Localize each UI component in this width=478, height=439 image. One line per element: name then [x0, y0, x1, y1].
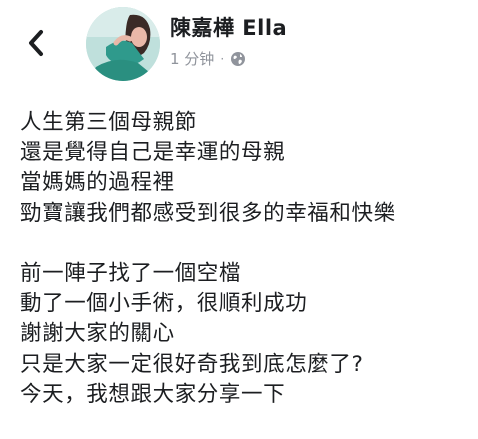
avatar[interactable]: [86, 7, 160, 81]
post-line: 還是覺得自己是幸運的母親: [20, 140, 286, 166]
back-button[interactable]: [22, 26, 52, 60]
post-line: 當媽媽的過程裡: [20, 170, 175, 196]
post-line: 今天，我想跟大家分享一下: [20, 381, 286, 407]
author-name[interactable]: 陳嘉樺 Ella: [170, 12, 287, 42]
post-line: 動了一個小手術，很順利成功: [20, 291, 308, 317]
post-meta: 1 分钟 ·: [170, 48, 246, 69]
post-screen: 陳嘉樺 Ella 1 分钟 · 人生第三個母親節 還是覺得自己是幸運的母親 當媽…: [0, 0, 478, 439]
avatar-image: [86, 7, 160, 81]
meta-separator: ·: [220, 51, 225, 66]
post-body: 人生第三個母親節 還是覺得自己是幸運的母親 當媽媽的過程裡 勁寶讓我們都感受到很…: [20, 108, 470, 410]
chevron-left-icon: [29, 30, 43, 56]
post-line: 謝謝大家的關心: [20, 321, 175, 347]
post-line: 人生第三個母親節: [20, 110, 197, 135]
post-line: 前一陣子找了一個空檔: [20, 260, 242, 286]
post-timestamp[interactable]: 1 分钟: [170, 48, 214, 69]
globe-icon[interactable]: [230, 51, 246, 67]
post-line: 只是大家一定很好奇我到底怎麼了?: [20, 351, 364, 377]
post-line: 勁寶讓我們都感受到很多的幸福和快樂: [20, 200, 396, 226]
